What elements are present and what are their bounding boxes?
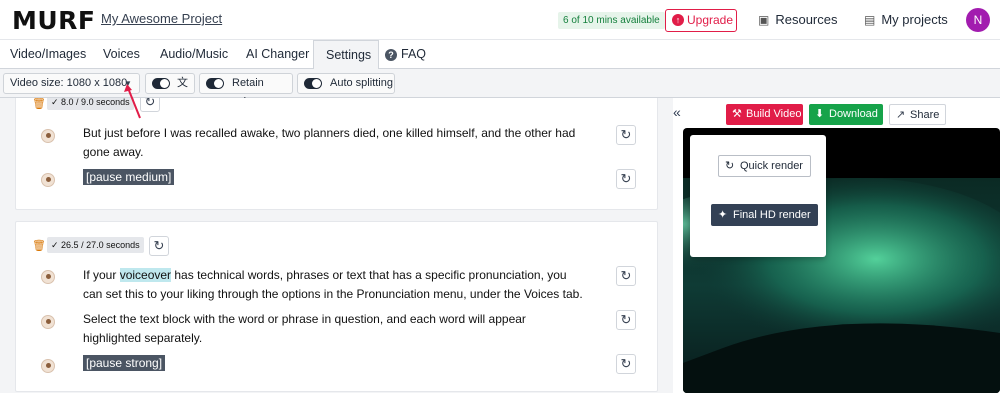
- my-projects-link[interactable]: ▤ My projects: [864, 12, 948, 27]
- regenerate-icon[interactable]: ↻: [616, 169, 636, 189]
- project-name-link[interactable]: My Awesome Project: [101, 11, 222, 26]
- retain-voice-switch[interactable]: [206, 78, 224, 89]
- duration-badge: ✓ 8.0 / 9.0 seconds: [47, 98, 134, 110]
- briefcase-icon: ▤: [864, 13, 876, 27]
- main-tabs: Video/Images Voices Audio/Music AI Chang…: [0, 40, 1000, 69]
- share-icon: ↗: [896, 109, 906, 121]
- chevron-down-icon: ▼: [124, 79, 132, 88]
- my-projects-label: My projects: [881, 12, 948, 27]
- highlighted-word[interactable]: voiceover: [119, 268, 172, 282]
- block-text[interactable]: Select the text block with the word or p…: [83, 310, 583, 348]
- settings-toolbar: Video size: 1080 x 1080 ▼ 文 Retain voice…: [0, 69, 1000, 108]
- refresh-icon[interactable]: ↻: [149, 236, 169, 256]
- collapse-panel-icon[interactable]: «: [673, 104, 681, 120]
- final-hd-render-label: Final HD render: [733, 209, 811, 221]
- voice-avatar[interactable]: [41, 359, 55, 373]
- translate-toggle-switch[interactable]: [152, 78, 170, 89]
- sparkle-icon: ✦: [718, 209, 728, 221]
- quick-render-button[interactable]: ↻ Quick render: [718, 155, 811, 177]
- faq-label: FAQ: [401, 47, 427, 61]
- block-text[interactable]: But just before I was recalled awake, tw…: [83, 124, 583, 162]
- duration-badge: ✓ 26.5 / 27.0 seconds: [47, 237, 144, 253]
- voice-avatar[interactable]: [41, 173, 55, 187]
- tab-voices[interactable]: Voices: [103, 40, 140, 69]
- build-video-label: Build Video: [746, 108, 802, 120]
- voice-avatar[interactable]: [41, 129, 55, 143]
- translate-toggle[interactable]: 文: [145, 73, 195, 94]
- top-bar: MURF My Awesome Project 6 of 10 mins ava…: [0, 0, 1000, 40]
- download-button[interactable]: ⬇ Download: [809, 104, 883, 125]
- build-video-button[interactable]: ⚒ Build Video: [726, 104, 803, 125]
- script-block: 🗑 ✓ 26.5 / 27.0 seconds ↻ If your voiceo…: [15, 221, 658, 392]
- video-size-dropdown[interactable]: Video size: 1080 x 1080 ▼: [3, 73, 140, 94]
- question-icon: ?: [385, 49, 397, 61]
- auto-splitting-label: Auto splitting: [330, 77, 393, 89]
- tab-faq[interactable]: ? FAQ: [385, 40, 426, 69]
- refresh-icon: ↻: [725, 160, 735, 172]
- tab-ai-changer[interactable]: AI Changer: [246, 40, 309, 69]
- script-editor: 🗑 ✓ 8.0 / 9.0 seconds ↻ But just before …: [0, 98, 673, 393]
- upgrade-arrow-icon: ↑: [672, 14, 684, 26]
- user-avatar[interactable]: N: [966, 8, 990, 32]
- share-button[interactable]: ↗ Share: [889, 104, 946, 125]
- translate-icon: 文: [177, 77, 188, 89]
- hammer-icon: ⚒: [732, 108, 742, 120]
- download-icon: ⬇: [815, 108, 825, 120]
- resources-link[interactable]: ▣ Resources: [758, 12, 837, 27]
- regenerate-icon[interactable]: ↻: [616, 266, 636, 286]
- resources-label: Resources: [775, 12, 838, 27]
- upgrade-button[interactable]: ↑ Upgrade: [665, 9, 737, 32]
- auto-splitting-switch[interactable]: [304, 78, 322, 89]
- tab-video-images[interactable]: Video/Images: [10, 40, 86, 69]
- pause-row[interactable]: [pause medium]: [83, 168, 583, 187]
- regenerate-icon[interactable]: ↻: [616, 310, 636, 330]
- pause-row[interactable]: [pause strong]: [83, 354, 583, 373]
- murf-logo[interactable]: MURF: [12, 6, 96, 35]
- video-size-label: Video size: 1080 x 1080: [10, 77, 128, 89]
- pause-tag[interactable]: [pause medium]: [83, 169, 175, 185]
- preview-pane: « ⚒ Build Video ⬇ Download ↗ Share ↻ Qui…: [673, 98, 1000, 393]
- retain-voice-toggle[interactable]: Retain voice: [199, 73, 293, 108]
- resources-icon: ▣: [758, 13, 770, 27]
- duration-label: 26.5 / 27.0 seconds: [61, 240, 140, 250]
- regenerate-icon[interactable]: ↻: [616, 125, 636, 145]
- download-label: Download: [829, 108, 878, 120]
- tab-audio-music[interactable]: Audio/Music: [160, 40, 228, 69]
- regenerate-icon[interactable]: ↻: [616, 354, 636, 374]
- voice-avatar[interactable]: [41, 315, 55, 329]
- pause-tag[interactable]: [pause strong]: [83, 355, 166, 371]
- trash-icon[interactable]: 🗑: [32, 239, 46, 252]
- final-hd-render-button[interactable]: ✦ Final HD render: [711, 204, 818, 226]
- script-block: 🗑 ✓ 8.0 / 9.0 seconds ↻ But just before …: [15, 98, 658, 210]
- tab-settings[interactable]: Settings: [313, 40, 379, 69]
- minutes-available-badge: 6 of 10 mins available: [558, 12, 665, 29]
- share-label: Share: [910, 109, 940, 121]
- build-video-menu: ↻ Quick render ✦ Final HD render: [690, 135, 826, 257]
- duration-label: 8.0 / 9.0 seconds: [61, 98, 130, 107]
- auto-splitting-toggle[interactable]: Auto splitting: [297, 73, 395, 94]
- upgrade-label: Upgrade: [687, 13, 734, 27]
- text-segment: If your: [83, 268, 120, 282]
- block-text[interactable]: If your voiceover has technical words, p…: [83, 266, 583, 304]
- voice-avatar[interactable]: [41, 270, 55, 284]
- trash-icon[interactable]: 🗑: [32, 98, 46, 110]
- quick-render-label: Quick render: [740, 160, 803, 172]
- refresh-icon[interactable]: ↻: [140, 98, 160, 112]
